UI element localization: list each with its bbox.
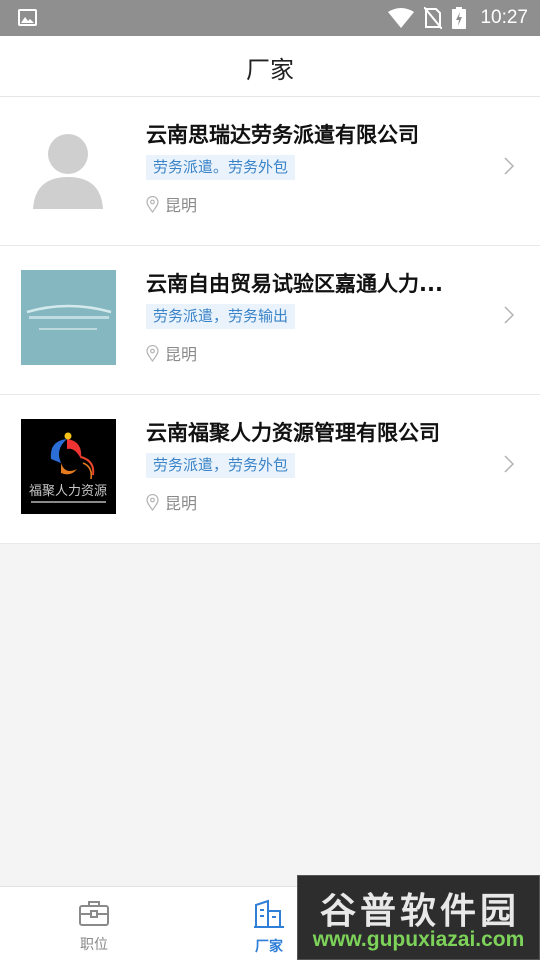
nav-label-jobs: 职位: [80, 937, 108, 953]
briefcase-icon: [79, 901, 109, 926]
battery-charging-icon: [452, 7, 467, 29]
building-icon: [254, 899, 284, 928]
service-tag: 劳务派遣，劳务外包: [146, 453, 296, 478]
company-name: 云南思瑞达劳务派遣有限公司: [146, 123, 419, 147]
chevron-right-icon: [504, 306, 514, 324]
location-text: 昆明: [165, 345, 198, 364]
chevron-right-icon: [504, 455, 514, 473]
location-text: 昆明: [165, 494, 198, 513]
company-list: 云南思瑞达劳务派遣有限公司 劳务派遣。劳务外包 昆明 云南自由贸易试验区嘉通人力…: [0, 97, 540, 544]
page-header: 厂家: [0, 36, 540, 97]
location: 昆明: [146, 491, 197, 513]
location: 昆明: [146, 193, 197, 215]
service-tag: 劳务派遣，劳务输出: [146, 304, 296, 329]
location-text: 昆明: [165, 196, 198, 215]
page-title: 厂家: [246, 56, 294, 84]
watermark-title: 谷普软件园: [319, 891, 520, 932]
watermark: 谷普软件园 www.gupuxiazai.com: [297, 875, 540, 960]
watermark-url: www.gupuxiazai.com: [312, 928, 525, 951]
logo-text: 福聚人力资源: [29, 484, 107, 499]
status-bar: 10:27: [0, 0, 540, 36]
wifi-icon: [388, 8, 415, 28]
company-name: 云南福聚人力资源管理有限公司: [146, 421, 440, 445]
company-name: 云南自由贸易试验区嘉通人力...: [146, 272, 443, 296]
location-pin-icon: [146, 344, 159, 362]
company-logo-teal: [21, 270, 116, 365]
company-card[interactable]: 福聚人力资源 云南福聚人力资源管理有限公司 劳务派遣，劳务外包 昆明: [0, 395, 540, 544]
company-card[interactable]: 云南思瑞达劳务派遣有限公司 劳务派遣。劳务外包 昆明: [0, 97, 540, 246]
company-logo-fuju: 福聚人力资源: [21, 419, 116, 514]
location-pin-icon: [146, 493, 159, 511]
location-pin-icon: [146, 195, 159, 213]
nav-item-jobs[interactable]: 职位: [54, 899, 134, 954]
location: 昆明: [146, 342, 197, 364]
no-sim-icon: [424, 7, 443, 29]
gallery-notification-icon: [18, 9, 37, 26]
service-tag: 劳务派遣。劳务外包: [146, 155, 296, 180]
chevron-right-icon: [504, 157, 514, 175]
company-card[interactable]: 云南自由贸易试验区嘉通人力... 劳务派遣，劳务输出 昆明: [0, 246, 540, 395]
clock: 10:27: [480, 7, 528, 28]
avatar-placeholder: [21, 121, 116, 216]
